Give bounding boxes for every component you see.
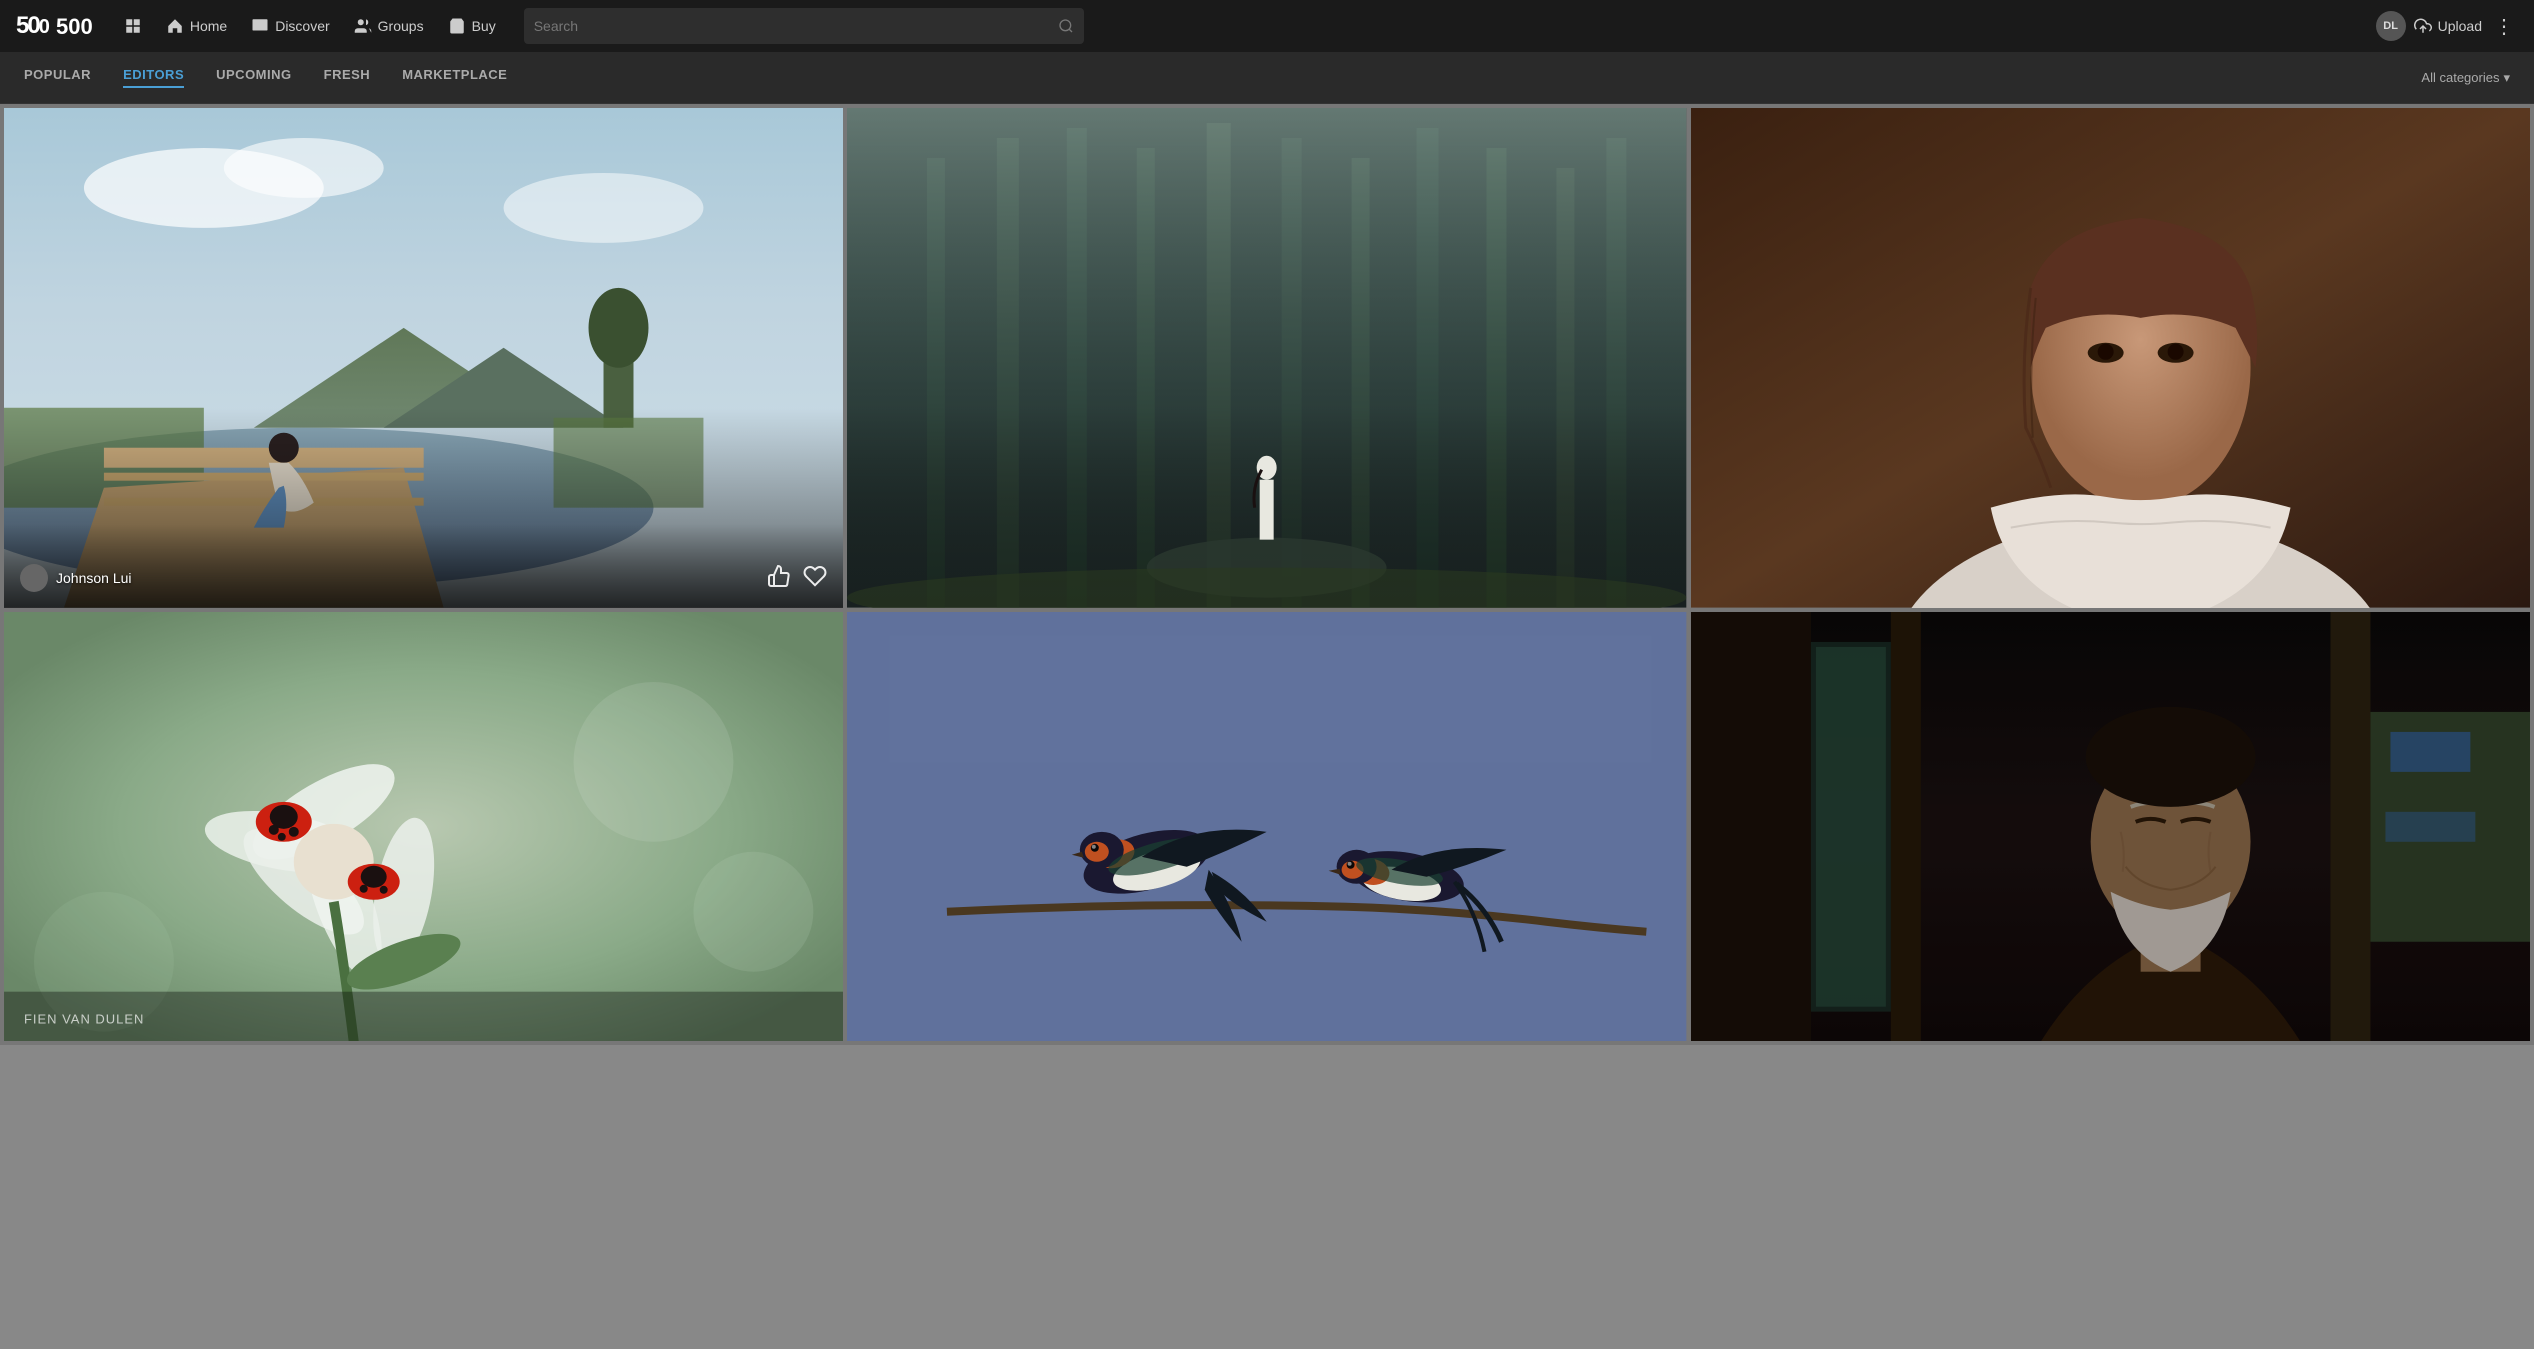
subnav: POPULAR EDITORS UPCOMING FRESH MARKETPLA… <box>0 52 2534 104</box>
photo-actions-1 <box>767 564 827 592</box>
feed-icon <box>124 17 142 35</box>
like-icon-1 <box>767 564 791 588</box>
user-initials: DL <box>2383 20 2398 32</box>
photo-author-1: Johnson Lui <box>56 570 132 586</box>
tab-marketplace[interactable]: MARKETPLACE <box>402 67 507 88</box>
home-label: Home <box>190 18 227 34</box>
groups-button[interactable]: Groups <box>346 11 432 41</box>
categories-dropdown[interactable]: All categories ▾ <box>2421 70 2510 86</box>
upload-icon <box>2414 17 2432 35</box>
logo[interactable]: 500 500 <box>16 12 100 40</box>
upload-label: Upload <box>2438 18 2482 34</box>
more-button[interactable]: ⋮ <box>2490 14 2518 39</box>
buy-icon <box>448 17 466 35</box>
like-button-1[interactable] <box>767 564 791 592</box>
feed-button[interactable] <box>116 11 150 41</box>
more-icon: ⋮ <box>2494 16 2514 38</box>
author-avatar-1 <box>20 564 48 592</box>
svg-text:500: 500 <box>56 14 93 39</box>
photo-item-5[interactable] <box>847 612 1686 1042</box>
navbar: 500 500 Home Discover Groups Buy DL <box>0 0 2534 52</box>
photo-image-3 <box>1691 108 2530 608</box>
discover-label: Discover <box>275 18 329 34</box>
photo-image-2 <box>847 108 1686 608</box>
photo-image-6 <box>1691 612 2530 1042</box>
tab-popular[interactable]: POPULAR <box>24 67 91 88</box>
discover-icon <box>251 17 269 35</box>
avatar[interactable]: DL <box>2376 11 2406 41</box>
buy-button[interactable]: Buy <box>440 11 504 41</box>
photo-item-6[interactable] <box>1691 612 2530 1042</box>
heart-icon-1 <box>803 564 827 588</box>
photo-grid: Johnson Lui <box>0 104 2534 1045</box>
search-icon <box>1058 18 1074 34</box>
photo-author-4: FIEN VAN DULEN <box>20 1009 135 1025</box>
buy-label: Buy <box>472 18 496 34</box>
discover-button[interactable]: Discover <box>243 11 337 41</box>
upload-button[interactable]: Upload <box>2414 17 2482 35</box>
photo-overlay-1: Johnson Lui <box>4 524 843 608</box>
photo-image-5 <box>847 612 1686 1042</box>
photo-item-2[interactable] <box>847 108 1686 608</box>
tab-upcoming[interactable]: UPCOMING <box>216 67 292 88</box>
nav-right: DL Upload ⋮ <box>2376 11 2518 41</box>
photo-item-3[interactable] <box>1691 108 2530 608</box>
home-icon <box>166 17 184 35</box>
photo-item-1[interactable]: Johnson Lui <box>4 108 843 608</box>
groups-label: Groups <box>378 18 424 34</box>
tab-fresh[interactable]: FRESH <box>324 67 371 88</box>
heart-button-1[interactable] <box>803 564 827 592</box>
categories-label: All categories <box>2421 70 2499 85</box>
photo-author-area-1: Johnson Lui <box>20 564 132 592</box>
search-bar <box>524 8 1084 44</box>
chevron-down-icon: ▾ <box>2503 70 2510 86</box>
logo-icon: 500 <box>56 12 96 40</box>
tab-editors[interactable]: EDITORS <box>123 67 184 88</box>
home-button[interactable]: Home <box>158 11 235 41</box>
logo-text: 500 <box>16 12 48 40</box>
search-input[interactable] <box>534 18 1058 34</box>
subnav-tabs: POPULAR EDITORS UPCOMING FRESH MARKETPLA… <box>24 67 2421 88</box>
photo-item-4[interactable]: FIEN VAN DULEN FIEN VAN DULEN <box>4 612 843 1042</box>
groups-icon <box>354 17 372 35</box>
